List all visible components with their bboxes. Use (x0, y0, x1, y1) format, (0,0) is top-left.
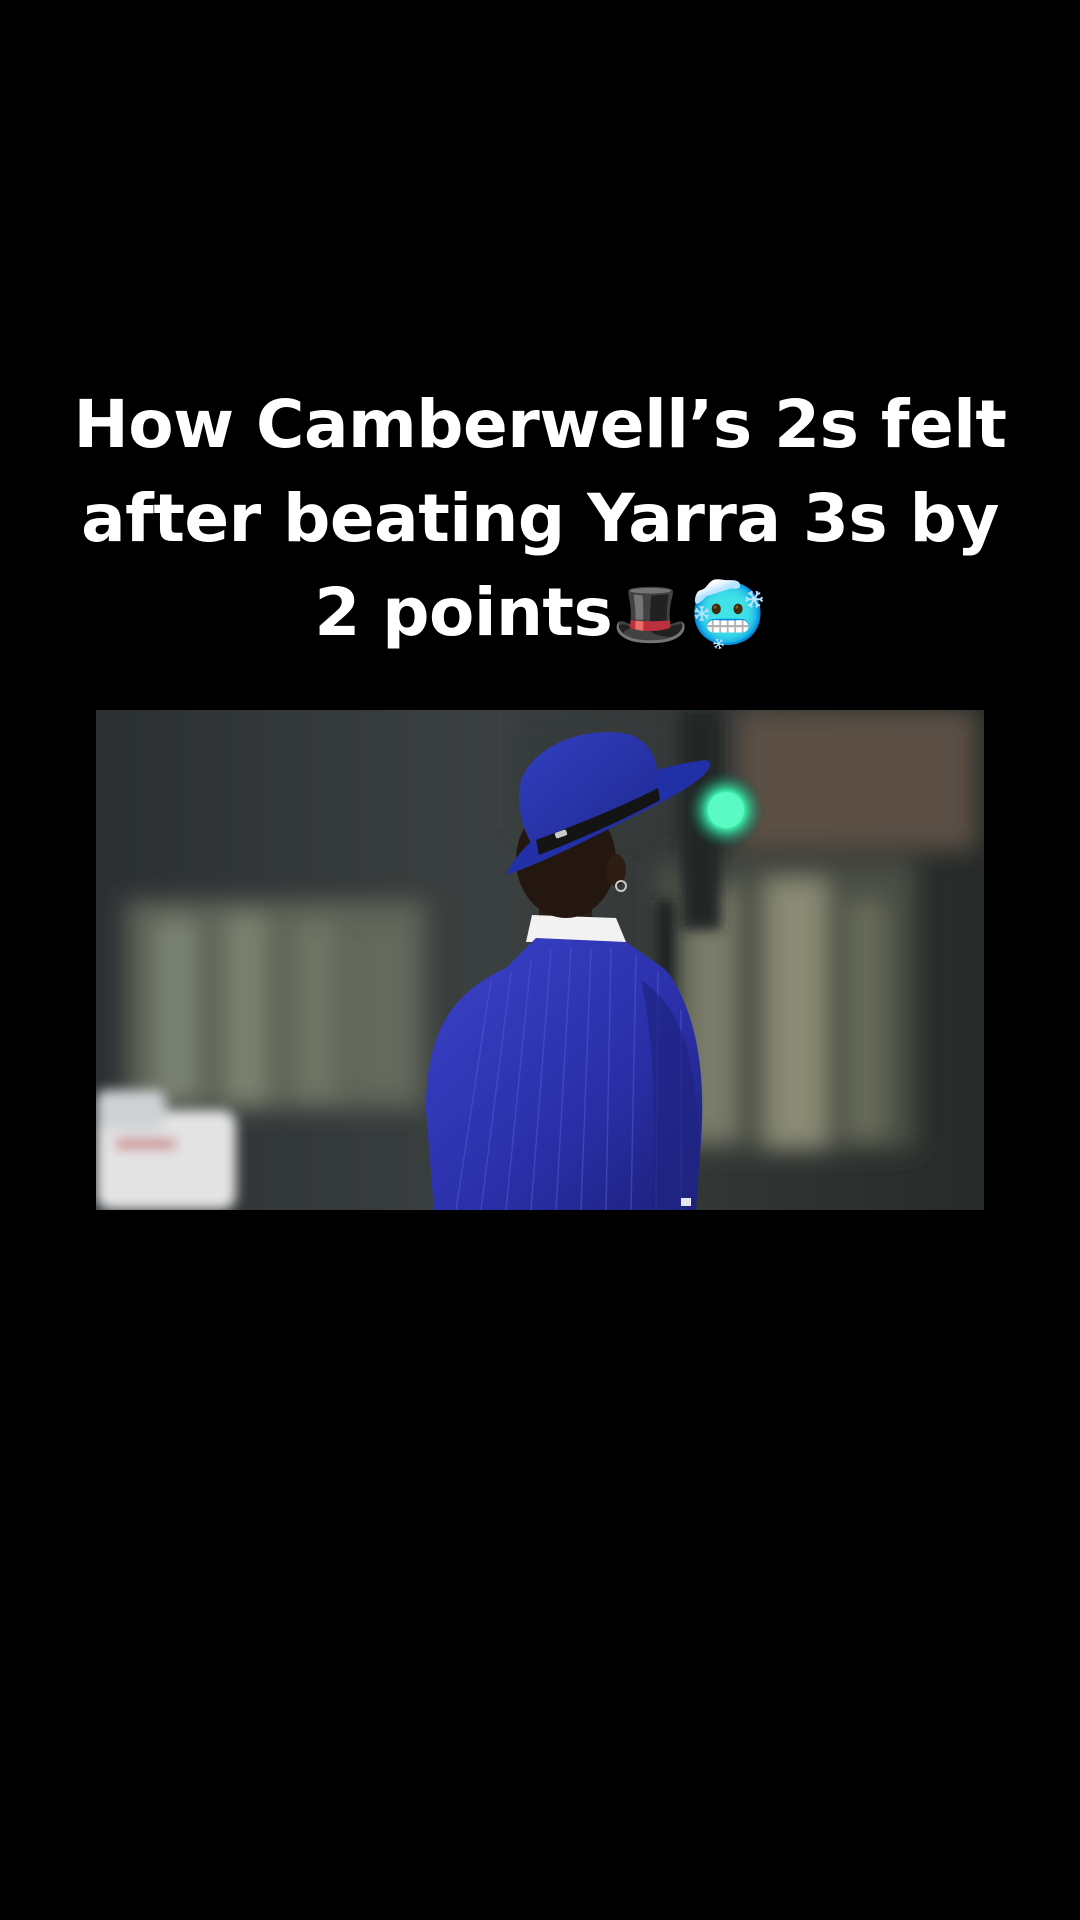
video-scene (96, 710, 984, 1210)
top-hat-emoji-icon: 🎩 (612, 577, 689, 650)
caption-line-1: How Camberwell’s 2s felt (73, 386, 1007, 463)
caption-line-3-text: 2 points (314, 574, 613, 651)
cold-face-emoji-icon: 🥶 (688, 577, 766, 650)
video-frame[interactable] (96, 710, 984, 1210)
caption-line-3: 2 points🎩🥶 (40, 566, 1040, 661)
caption-line-2: after beating Yarra 3s by (81, 480, 999, 557)
video-caption: How Camberwell’s 2s felt after beating Y… (40, 378, 1040, 661)
